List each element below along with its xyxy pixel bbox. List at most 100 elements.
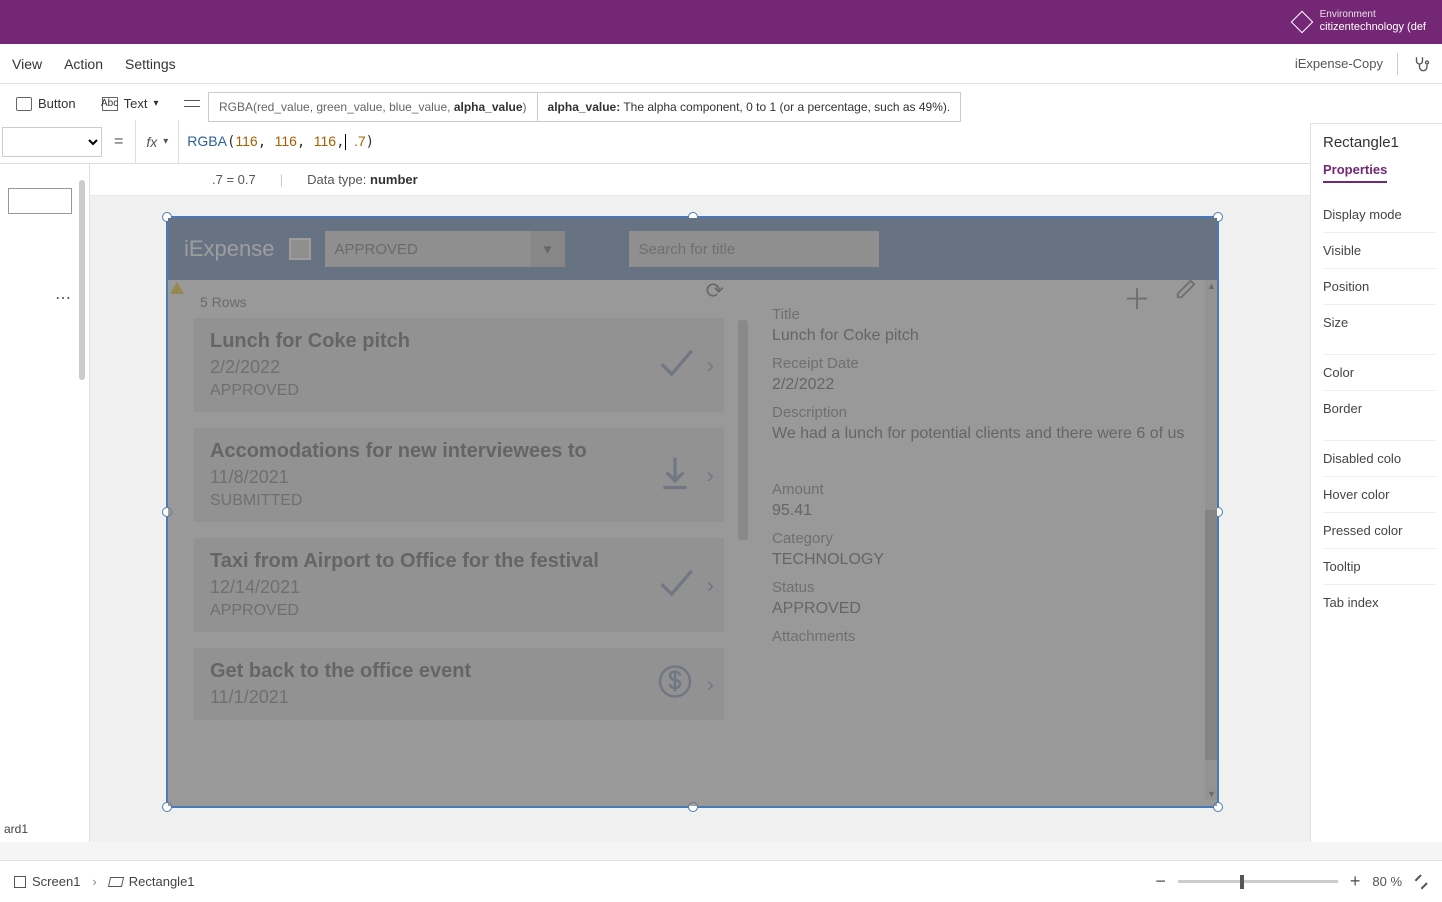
zoom-slider[interactable]: [1178, 880, 1338, 883]
property-row[interactable]: Hover color: [1323, 476, 1436, 512]
card-status: APPROVED: [210, 382, 708, 400]
insert-text-button[interactable]: Abc Text ▾: [94, 92, 167, 115]
chevron-right-icon: ›: [92, 874, 96, 889]
scrollbar-thumb[interactable]: [738, 320, 748, 540]
environment-block: Environment citizentechnology (def: [1294, 9, 1426, 34]
property-row[interactable]: Pressed color: [1323, 512, 1436, 548]
list-item[interactable]: Get back to the office event11/1/2021›: [194, 648, 724, 720]
property-row[interactable]: Border: [1323, 390, 1436, 426]
field-label: Category: [772, 530, 1207, 547]
dollar-icon: [655, 662, 695, 707]
preview-checkbox[interactable]: [289, 238, 311, 260]
formula-eval-result: .7 = 0.7: [212, 172, 256, 187]
zoom-in-button[interactable]: +: [1350, 871, 1361, 892]
preview-status-dropdown[interactable]: APPROVED ▾: [325, 231, 565, 267]
zoom-out-button[interactable]: −: [1155, 871, 1166, 892]
breadcrumb: Screen1 › Rectangle1: [14, 874, 195, 889]
chevron-right-icon[interactable]: ›: [707, 572, 714, 598]
zoom-slider-thumb[interactable]: [1240, 875, 1244, 889]
selected-rectangle[interactable]: iExpense APPROVED ▾ Search for title 5 R…: [166, 216, 1219, 808]
insert-button-button[interactable]: Button: [8, 92, 84, 115]
fx-icon: fx: [146, 134, 157, 150]
text-label: Text: [124, 96, 148, 111]
breadcrumb-screen[interactable]: Screen1: [14, 874, 80, 889]
card-date: 12/14/2021: [210, 577, 708, 598]
properties-toggle-button[interactable]: [176, 93, 208, 115]
zoom-controls: − + 80 %: [1155, 871, 1428, 892]
card-date: 11/1/2021: [210, 687, 708, 708]
properties-tab[interactable]: Properties: [1323, 162, 1387, 183]
formula-b: 116: [314, 133, 336, 149]
scrollbar-thumb[interactable]: [1205, 510, 1217, 760]
app-name-label: iExpense-Copy: [1295, 56, 1383, 71]
preview-app-title: iExpense: [184, 236, 275, 262]
preview-list-column: 5 Rows ⟳ Lunch for Coke pitch2/2/2022APP…: [168, 280, 748, 806]
detail-scrollbar[interactable]: ▲ ▼: [1205, 280, 1217, 800]
breadcrumb-element[interactable]: Rectangle1: [109, 874, 195, 889]
fit-to-window-icon[interactable]: [1414, 875, 1428, 889]
scroll-down-icon[interactable]: ▼: [1207, 789, 1216, 799]
download-icon: [655, 453, 695, 498]
title-bar: Environment citizentechnology (def: [0, 0, 1442, 44]
menu-view[interactable]: View: [12, 56, 42, 72]
field-value: TECHNOLOGY: [772, 551, 1207, 569]
refresh-icon[interactable]: ⟳: [706, 278, 724, 304]
field-label: Amount: [772, 481, 1207, 498]
dropdown-value: APPROVED: [335, 241, 418, 258]
card-status: SUBMITTED: [210, 492, 708, 510]
chevron-right-icon[interactable]: ›: [707, 671, 714, 697]
screen-icon: [14, 876, 26, 888]
warning-icon[interactable]: [170, 282, 184, 294]
formula-bar: = fx ▾ RGBA(116, 116, 116, .7): [0, 120, 1310, 164]
tree-scrollbar[interactable]: [79, 180, 85, 380]
tree-item-label[interactable]: ard1: [4, 822, 28, 836]
field-label: Attachments: [772, 628, 1207, 645]
app-checker-icon[interactable]: [1412, 55, 1430, 73]
formula-input[interactable]: RGBA(116, 116, 116, .7): [179, 133, 1310, 150]
property-row[interactable]: Size: [1323, 304, 1436, 340]
chevron-down-icon: ▾: [531, 231, 565, 267]
property-row[interactable]: Position: [1323, 268, 1436, 304]
preview-header: iExpense APPROVED ▾ Search for title: [168, 218, 1217, 280]
property-row[interactable]: Visible: [1323, 232, 1436, 268]
formula-r: 116: [235, 133, 257, 149]
scroll-up-icon[interactable]: ▲: [1207, 281, 1216, 291]
formula-a: .7: [354, 133, 366, 149]
properties-pane: Rectangle1 Properties Display modeVisibl…: [1310, 124, 1442, 842]
chevron-down-icon: ▾: [163, 136, 168, 147]
chevron-right-icon[interactable]: ›: [707, 462, 714, 488]
property-row[interactable]: Tab index: [1323, 584, 1436, 620]
menu-action[interactable]: Action: [64, 56, 103, 72]
card-title: Accomodations for new interviewees to: [210, 440, 708, 463]
formula-g: 116: [275, 133, 297, 149]
list-scrollbar[interactable]: [738, 320, 748, 790]
preview-search-input[interactable]: Search for title: [629, 231, 879, 267]
equals-label: =: [102, 133, 135, 151]
list-item[interactable]: Accomodations for new interviewees to11/…: [194, 428, 724, 522]
property-row[interactable]: Display mode: [1323, 197, 1436, 232]
field-value: We had a lunch for potential clients and…: [772, 425, 1207, 443]
more-options-button[interactable]: ⋯: [55, 288, 71, 308]
edit-icon[interactable]: [1175, 278, 1197, 318]
property-row[interactable]: Disabled colo: [1323, 440, 1436, 476]
formula-eval-bar: .7 = 0.7 | Data type: number: [90, 164, 1310, 196]
fx-button[interactable]: fx ▾: [135, 120, 179, 163]
list-item[interactable]: Lunch for Coke pitch2/2/2022APPROVED›: [194, 318, 724, 412]
property-row[interactable]: Tooltip: [1323, 548, 1436, 584]
property-selector[interactable]: [2, 127, 102, 157]
add-icon[interactable]: ＋: [1123, 278, 1151, 318]
menu-settings[interactable]: Settings: [125, 56, 176, 72]
card-status: APPROVED: [210, 602, 708, 620]
app-preview: iExpense APPROVED ▾ Search for title 5 R…: [168, 218, 1217, 806]
search-placeholder: Search for title: [639, 241, 736, 258]
environment-name: citizentechnology (def: [1320, 21, 1426, 34]
chevron-right-icon[interactable]: ›: [707, 352, 714, 378]
tree-search-input[interactable]: [8, 188, 72, 214]
field-value: Lunch for Coke pitch: [772, 327, 1207, 345]
field-value: 2/2/2022: [772, 376, 1207, 394]
canvas-area[interactable]: = fx ▾ RGBA(116, 116, 116, .7) .7 = 0.7 …: [90, 124, 1310, 842]
list-item[interactable]: Taxi from Airport to Office for the fest…: [194, 538, 724, 632]
property-row[interactable]: Color: [1323, 354, 1436, 390]
data-type-value: number: [370, 172, 418, 187]
menu-bar: View Action Settings iExpense-Copy: [0, 44, 1442, 84]
